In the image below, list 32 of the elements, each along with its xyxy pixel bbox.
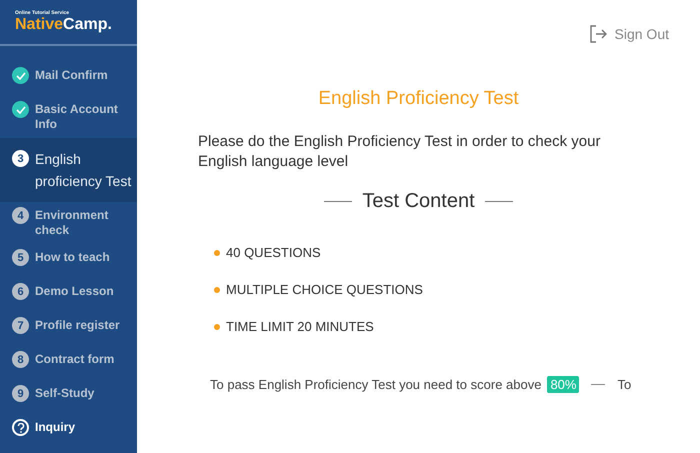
sidebar-item[interactable]: Environment check (35, 208, 131, 238)
score-badge: 80% (547, 376, 580, 393)
section-heading: Test Content (362, 190, 475, 213)
sidebar-item[interactable]: English proficiency Test (35, 148, 133, 192)
bullet-icon (214, 324, 220, 330)
sidebar-item[interactable]: Contract form (35, 352, 114, 367)
step-number: 6 (12, 283, 29, 300)
step-number: 7 (12, 317, 29, 334)
pass-note: To pass English Proficiency Test you need to score above (210, 377, 542, 392)
step-number: 8 (12, 351, 29, 368)
sign-out-icon (588, 25, 607, 43)
intro-text: Please do the English Proficiency Test in order to check your English language level (198, 132, 602, 172)
step-number: 9 (12, 385, 29, 402)
step-number: 3 (12, 150, 29, 167)
bullet-icon (214, 250, 220, 256)
page-title: English Proficiency Test (317, 88, 520, 110)
content-item: 40 QUESTIONS (226, 245, 321, 260)
sign-out-button[interactable]: Sign Out (588, 25, 669, 43)
sidebar-item[interactable]: Inquiry (35, 420, 76, 435)
sidebar-item[interactable]: How to teach (35, 250, 110, 265)
content-item: TIME LIMIT 20 MINUTES (226, 319, 374, 334)
sidebar-item[interactable]: Mail Confirm (35, 68, 108, 83)
content-item: MULTIPLE CHOICE QUESTIONS (226, 282, 423, 297)
pass-note: To (617, 377, 632, 392)
sidebar-item[interactable]: Self-Study (35, 386, 94, 401)
step-number: 5 (12, 249, 29, 266)
step-number: 4 (12, 207, 29, 224)
sidebar-item[interactable]: Demo Lesson (35, 284, 114, 299)
sidebar-item[interactable]: Basic Account Info (35, 102, 131, 132)
bullet-icon (214, 286, 220, 292)
logo-text: NativeCamp. (15, 16, 113, 34)
sidebar-item[interactable]: Profile register (35, 318, 120, 333)
